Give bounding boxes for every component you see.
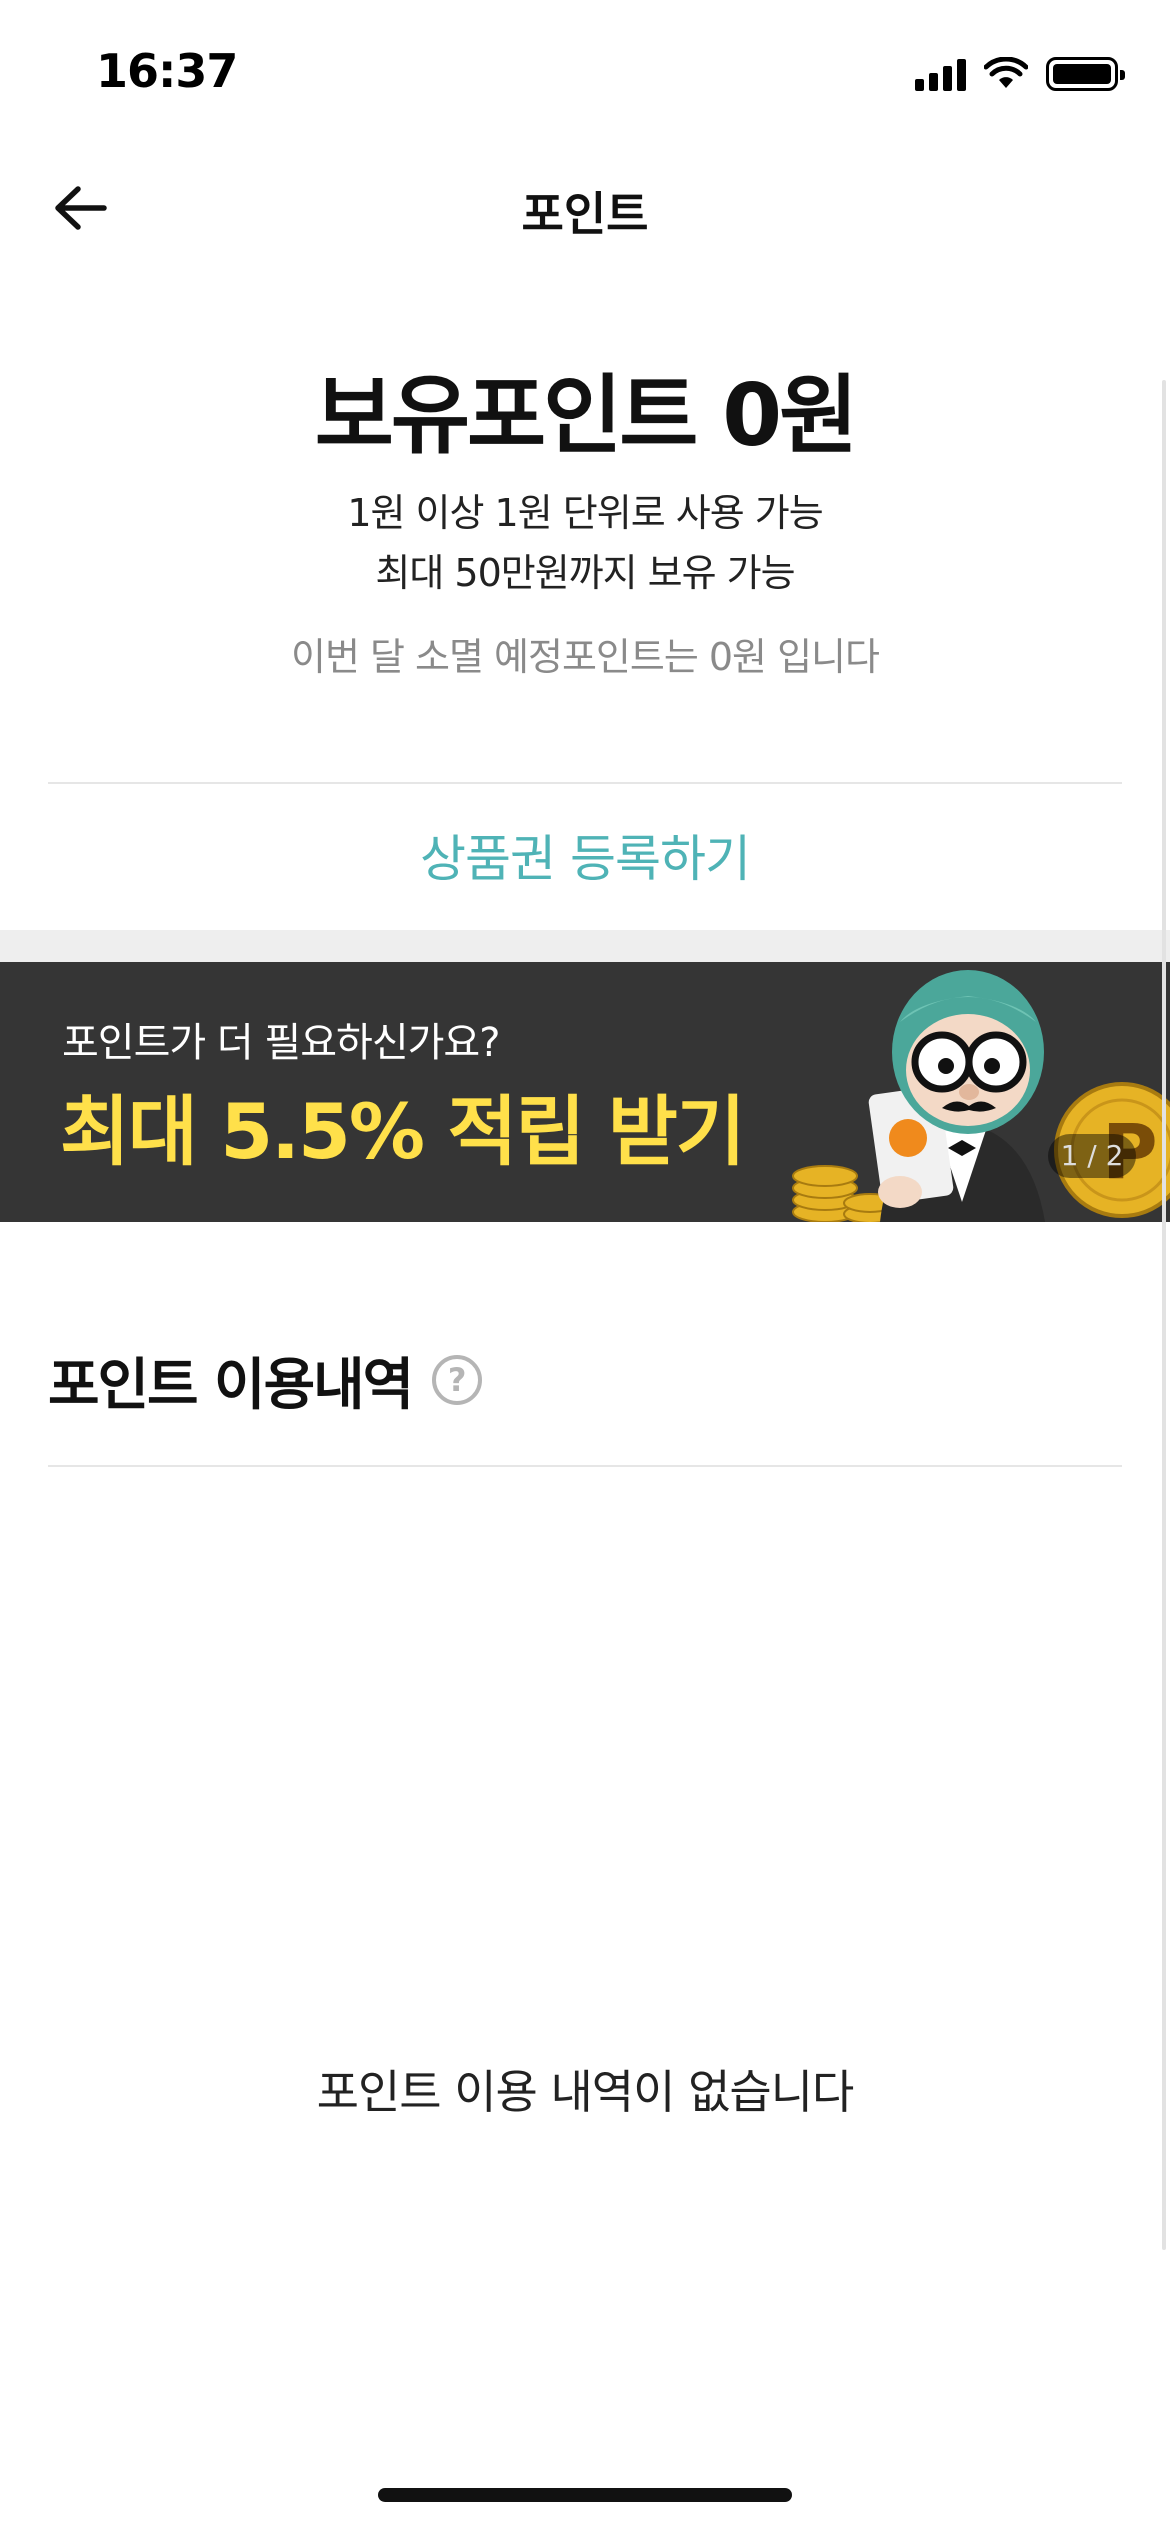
status-time: 16:37	[96, 44, 238, 98]
promo-banner[interactable]: 포인트가 더 필요하신가요? 최대 5.5% 적립 받기 P 1 / 2	[0, 962, 1170, 1222]
empty-history-message: 포인트 이용 내역이 없습니다	[316, 2065, 855, 2119]
expiring-points-text: 이번 달 소멸 예정포인트는 0원 입니다	[291, 635, 880, 679]
banner-page-indicator: 1 / 2	[1048, 1134, 1136, 1178]
status-icons	[915, 54, 1125, 94]
points-rule-max-hold: 최대 50만원까지 보유 가능	[375, 551, 795, 595]
points-screen: 16:37 포인트 보유포인트 0원 1원 이상 1원 단위로 사용 가능 최대…	[0, 0, 1170, 2532]
battery-icon	[1046, 57, 1125, 91]
home-indicator	[378, 2488, 792, 2502]
nav-bar: 포인트	[0, 150, 1170, 260]
register-voucher-button[interactable]: 상품권 등록하기	[48, 800, 1122, 910]
history-header: 포인트 이용내역 ?	[48, 1345, 483, 1418]
help-icon[interactable]: ?	[432, 1355, 483, 1405]
mascot-illustration: P	[792, 970, 1170, 1222]
cellular-signal-icon	[915, 57, 966, 91]
banner-headline: 최대 5.5% 적립 받기	[60, 1087, 746, 1176]
page-title: 포인트	[521, 187, 649, 241]
divider	[48, 1465, 1122, 1467]
section-separator	[0, 930, 1170, 962]
history-title: 포인트 이용내역	[48, 1352, 414, 1418]
scrollbar[interactable]	[1162, 380, 1166, 2250]
wifi-icon	[984, 57, 1028, 88]
banner-subtitle: 포인트가 더 필요하신가요?	[62, 1020, 500, 1066]
points-rule-min-unit: 1원 이상 1원 단위로 사용 가능	[347, 491, 823, 535]
points-balance-title: 보유포인트 0원	[314, 366, 859, 466]
divider	[48, 782, 1122, 784]
status-bar: 16:37	[0, 0, 1170, 150]
